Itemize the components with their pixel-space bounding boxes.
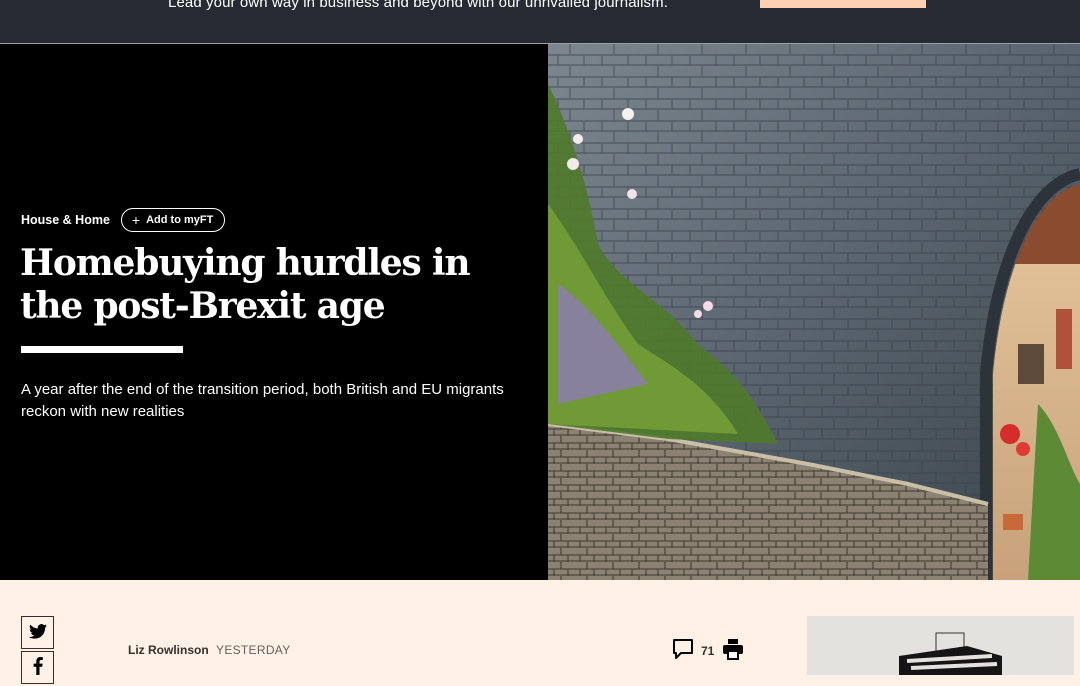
share-toolbar [21, 616, 56, 686]
headline-rule [21, 346, 183, 353]
article-hero: House & Home + Add to myFT Homebuying hu… [0, 44, 1080, 580]
comment-icon [672, 638, 694, 663]
facebook-share-button[interactable] [21, 651, 54, 684]
hero-text-panel: House & Home + Add to myFT Homebuying hu… [0, 44, 548, 580]
subscription-banner: Lead your own way in business and beyond… [0, 0, 1080, 44]
comments-button[interactable]: 71 [672, 638, 722, 663]
topic-link[interactable]: House & Home [21, 213, 110, 227]
twitter-share-button[interactable] [21, 616, 54, 649]
article-tools: 71 [672, 638, 744, 663]
byline: Liz Rowlinson YESTERDAY [128, 643, 291, 657]
author-link[interactable]: Liz Rowlinson [128, 643, 209, 657]
topic-row: House & Home + Add to myFT [21, 208, 226, 232]
plus-icon: + [131, 212, 141, 228]
subscribe-button[interactable] [760, 0, 926, 8]
print-icon [722, 638, 744, 663]
twitter-icon [28, 623, 47, 642]
comment-count: 71 [701, 643, 715, 658]
banner-text: Lead your own way in business and beyond… [168, 0, 668, 11]
article-headline: Homebuying hurdles in the post-Brexit ag… [20, 242, 471, 327]
publish-time: YESTERDAY [216, 643, 291, 657]
add-to-myft-label: Add to myFT [146, 214, 214, 226]
add-to-myft-button[interactable]: + Add to myFT [120, 208, 226, 232]
article-standfirst: A year after the end of the transition p… [21, 381, 504, 420]
hero-image [548, 44, 1080, 580]
side-promo-image [807, 616, 1074, 675]
print-button[interactable] [722, 638, 744, 663]
